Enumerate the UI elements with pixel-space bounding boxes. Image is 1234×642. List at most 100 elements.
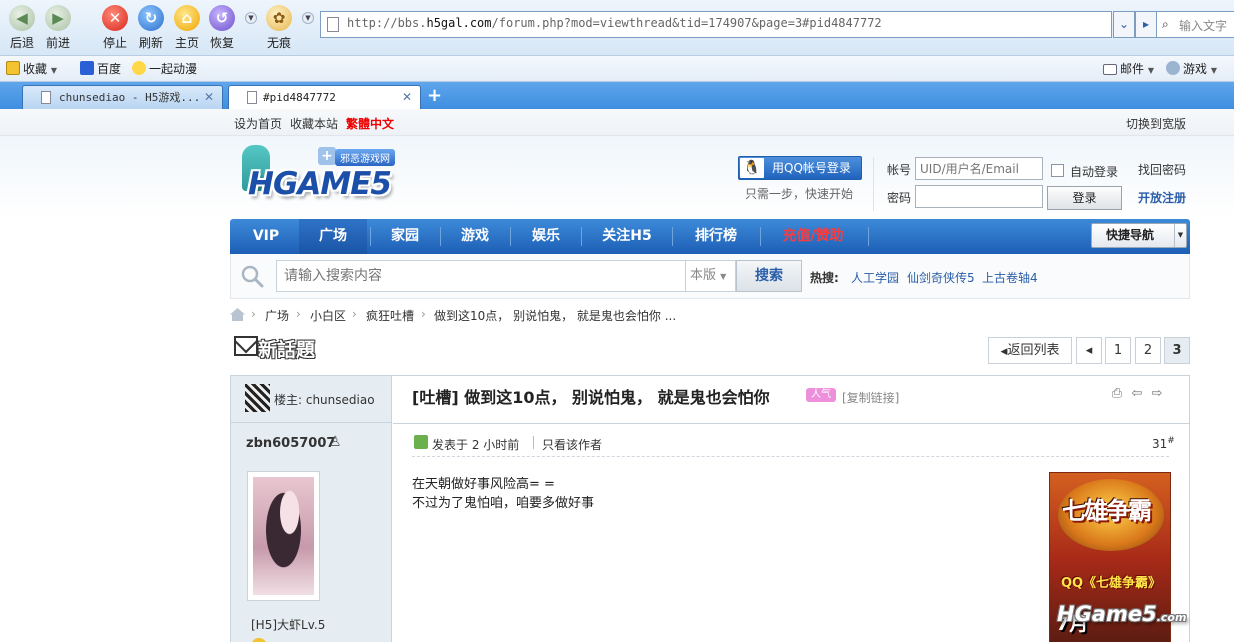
op-avatar[interactable] [245,384,270,412]
avatar-image [253,477,314,595]
home-icon[interactable] [230,308,245,321]
ad-title: 七雄争霸 [1062,497,1152,525]
account-input[interactable] [915,157,1043,180]
web-search-icon[interactable]: ⌕ [1162,17,1169,32]
incognito-dropdown-icon[interactable]: ▼ [302,12,314,24]
set-home-link[interactable]: 设为首页 [234,115,282,132]
account-label: 帐号 [887,163,912,177]
search-input[interactable] [276,260,686,292]
poster-avatar[interactable] [247,471,320,601]
copy-link[interactable]: [复制链接] [842,389,899,406]
poster-name[interactable]: zbn6057007 [246,436,335,451]
site-logo[interactable]: + 邪恶游戏网 HGAME5 [240,143,412,213]
favorites-collect[interactable]: 收藏 ▼ [6,60,57,78]
hot-search-term[interactable]: 仙剑奇侠传5 [907,269,975,286]
back-to-list-button[interactable]: ◀返回列表 [988,337,1072,364]
floor-number[interactable]: 31# [1152,436,1175,451]
tab-close-icon[interactable]: ✕ [204,86,214,109]
favorites-baidu-label: 百度 [97,62,122,76]
nav-item-entertainment[interactable]: 娱乐 [514,219,578,254]
web-search-placeholder: 输入文字 [1179,19,1228,33]
prev-page-button[interactable]: ◂ [1076,337,1102,364]
post-text-line: 在天朝做好事风险高= = [412,477,555,492]
restore-label: 恢复 [209,36,234,50]
url-path: /forum.php?mod=viewthread&tid=174907&pag… [491,16,882,30]
nav-divider [370,227,371,246]
nav-item-follow-h5[interactable]: 关注H5 [585,219,669,254]
envelope-icon [234,336,258,356]
breadcrumb-square[interactable]: 广场 [265,307,289,324]
nav-item-games[interactable]: 游戏 [443,219,507,254]
games-button[interactable]: 游戏 ▼ [1166,60,1217,78]
nav-divider [868,227,869,246]
tab-close-icon[interactable]: ✕ [402,86,412,109]
browser-toolbar: ◀ 后退 ▶ 前进 ✕ 停止 ↻ 刷新 ⌂ 主页 ↺ 恢复 ▼ ✿ 无痕 ▼ h… [0,0,1234,56]
tab-page-icon [41,91,51,104]
collect-dropdown-icon: ▼ [50,66,57,75]
op-label[interactable]: 楼主: chunsediao [274,391,375,408]
prev-thread-icon[interactable]: ⇦ [1129,386,1145,402]
stop-icon: ✕ [102,5,128,31]
page-2-button[interactable]: 2 [1135,337,1161,364]
hot-search-term[interactable]: 上古卷轴4 [982,269,1038,286]
breadcrumb-rant[interactable]: 疯狂吐槽 [366,307,414,324]
page-3-button[interactable]: 3 [1164,337,1190,364]
hot-search-term[interactable]: 人工学园 [851,269,899,286]
url-input[interactable]: http://bbs.h5gal.com/forum.php?mod=viewt… [347,16,1107,30]
traditional-chinese-link[interactable]: 繁體中文 [346,115,394,132]
address-dropdown-icon[interactable]: ⌄ [1113,11,1135,38]
ad-caption: QQ《七雄争霸》 [1060,576,1162,591]
mail-icon [1103,64,1117,75]
thread-op-row: 楼主: chunsediao [231,376,392,423]
only-author-link[interactable]: 只看该作者 [542,436,602,453]
chevron-down-icon: ▼ [720,272,727,281]
login-button[interactable]: 登录 [1047,186,1122,210]
breadcrumb-thread[interactable]: 做到这10点， 别说怕鬼， 就是鬼也会怕你 ... [434,307,676,324]
go-arrow-icon[interactable]: ▸ [1135,11,1157,38]
print-icon[interactable]: ⎙ [1109,386,1125,402]
page-1-button[interactable]: 1 [1105,337,1131,364]
floor-value: 31 [1152,437,1168,451]
password-input[interactable] [915,185,1043,208]
tab-pid4847772[interactable]: #pid4847772 ✕ [228,85,421,109]
next-thread-icon[interactable]: ⇨ [1149,386,1165,402]
tab-chunsediao[interactable]: chunsediao - H5游戏... ✕ [22,85,223,109]
restore-button[interactable]: ↺ 恢复 [200,3,244,53]
find-password-link[interactable]: 找回密码 [1138,161,1186,178]
register-link[interactable]: 开放注册 [1138,189,1186,206]
breadcrumb-newbie[interactable]: 小白区 [310,307,346,324]
restore-icon: ↺ [209,5,235,31]
meta-dashed-divider [412,456,1169,457]
logo-wordmark: HGAME5 [248,166,392,202]
wide-mode-link[interactable]: 切换到宽版 [1126,115,1186,132]
poster-sidebar: 楼主: chunsediao zbn6057007 ♙ [H5]大虾Lv.5 [231,376,392,642]
search-scope-select[interactable]: 本版 ▼ [686,260,736,292]
favorites-baidu[interactable]: 百度 [80,60,121,78]
nav-item-home[interactable]: 家园 [373,219,437,254]
nav-item-square[interactable]: 广场 [299,219,367,254]
nav-item-vip[interactable]: VIP [240,219,292,254]
forward-button[interactable]: ▶ 前进 [36,3,80,53]
hot-search-label: 热搜: [810,271,839,285]
bookmark-link[interactable]: 收藏本站 [290,115,338,132]
search-button[interactable]: 搜索 [736,260,802,292]
quick-nav-button[interactable]: 快捷导航 ▼ [1091,223,1187,248]
poster-level[interactable]: [H5]大虾Lv.5 [251,616,325,633]
restore-dropdown-icon[interactable]: ▼ [245,12,257,24]
incognito-button[interactable]: ✿ 无痕 [257,3,301,53]
main-nav: VIP 广场 家园 游戏 娱乐 关注H5 排行榜 充值/赞助 快捷导航 ▼ [230,219,1190,254]
qq-login-button[interactable]: 🐧 用QQ帐号登录 [738,156,862,180]
mail-label: 邮件 [1120,62,1145,76]
new-tab-button[interactable]: + [427,87,443,105]
mail-button[interactable]: 邮件 ▼ [1103,60,1154,78]
address-bar[interactable]: http://bbs.h5gal.com/forum.php?mod=viewt… [320,11,1112,38]
back-to-list-label: 返回列表 [1007,343,1060,358]
new-topic-button[interactable]: 新話題 [234,334,322,361]
favorites-anime[interactable]: 一起动漫 [132,60,197,78]
auto-login-checkbox[interactable] [1051,164,1064,177]
page-icon [327,17,339,32]
games-label: 游戏 [1183,62,1208,76]
nav-item-ranking[interactable]: 排行榜 [676,219,756,254]
watermark-suffix: .com [1156,611,1187,624]
nav-item-recharge[interactable]: 充值/赞助 [764,219,862,254]
